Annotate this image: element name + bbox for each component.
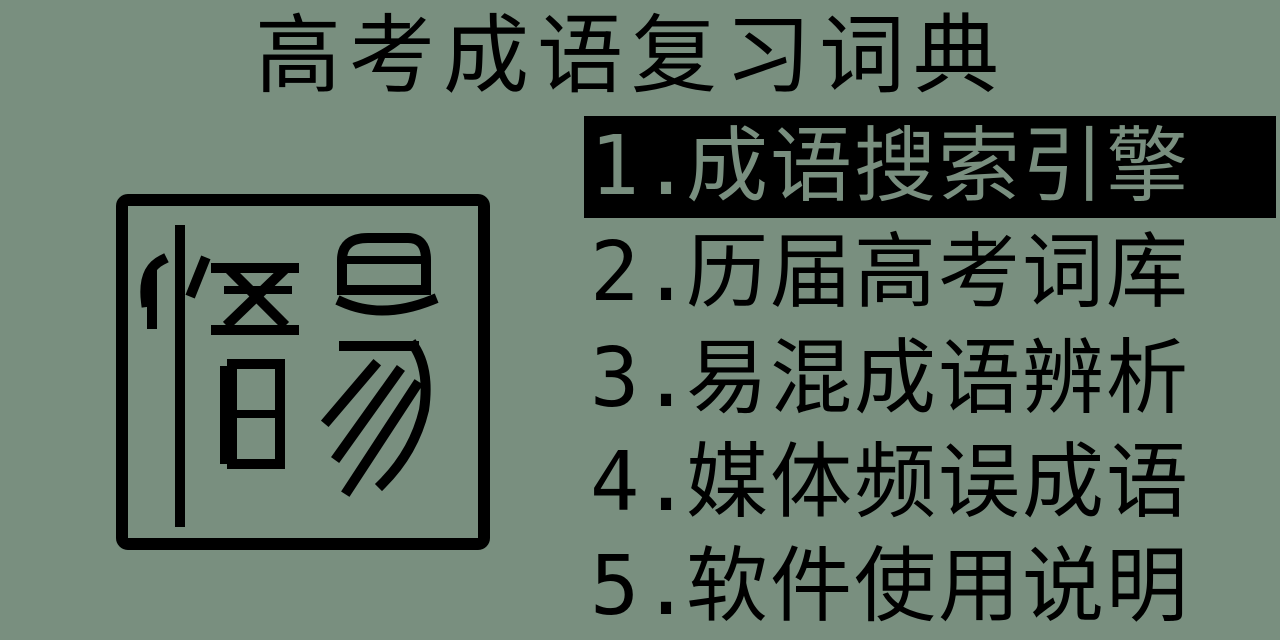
menu-item-label: 历届高考词库 bbox=[686, 225, 1191, 320]
menu-item-2[interactable]: 2. 历届高考词库 bbox=[584, 222, 1276, 324]
menu-item-1[interactable]: 1. 成语搜索引擎 bbox=[584, 116, 1276, 218]
menu-item-number: 3. bbox=[590, 331, 693, 426]
menu-item-label: 易混成语辨析 bbox=[686, 331, 1191, 426]
menu-item-5[interactable]: 5. 软件使用说明 bbox=[584, 536, 1276, 638]
seal-stamp-icon bbox=[116, 194, 490, 550]
menu-item-4[interactable]: 4. 媒体频误成语 bbox=[584, 432, 1276, 534]
menu-item-3[interactable]: 3. 易混成语辨析 bbox=[584, 328, 1276, 430]
menu-item-label: 软件使用说明 bbox=[686, 539, 1191, 634]
menu-item-number: 5. bbox=[590, 539, 693, 634]
app-title: 高考成语复习词典 bbox=[255, 6, 1007, 106]
menu-item-number: 1. bbox=[590, 119, 693, 214]
menu-item-label: 成语搜索引擎 bbox=[686, 119, 1191, 214]
menu-item-number: 4. bbox=[590, 435, 693, 530]
main-menu-screen: 高考成语复习词典 1. 成语搜索引擎 2. 历届高考词库 3. 易混成语辨析 4… bbox=[0, 0, 1280, 640]
menu-item-number: 2. bbox=[590, 225, 693, 320]
menu-item-label: 媒体频误成语 bbox=[686, 435, 1191, 530]
